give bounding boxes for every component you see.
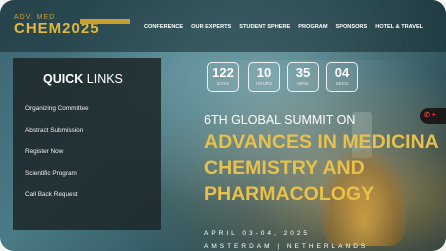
quick-link-register-now[interactable]: Register Now bbox=[25, 148, 63, 155]
countdown-seconds-value: 04 bbox=[334, 65, 350, 80]
quick-links-title: QUICK LINKS bbox=[43, 72, 123, 86]
whatsapp-button[interactable]: ✆ + bbox=[420, 108, 446, 124]
nav-hotel-travel[interactable]: HOTEL & TRAVEL bbox=[375, 24, 423, 30]
quick-links-title-rest: LINKS bbox=[86, 72, 123, 86]
quick-link-organizing-committee[interactable]: Organizing Committee bbox=[25, 105, 89, 112]
nav-program[interactable]: PROGRAM bbox=[298, 24, 327, 30]
logo-badge bbox=[80, 19, 130, 24]
nav-conference[interactable]: CONFERENCE bbox=[144, 24, 183, 30]
hero-title-line-3: PHARMACOLOGY bbox=[204, 183, 375, 205]
hero-title-line-1: ADVANCES IN MEDICINA bbox=[204, 131, 439, 153]
countdown-hours-value: 10 bbox=[256, 65, 272, 80]
nav-sponsors[interactable]: SPONSORS bbox=[335, 24, 367, 30]
nav-our-experts[interactable]: OUR EXPERTS bbox=[191, 24, 231, 30]
quick-links-panel: QUICK LINKS Organizing Committee Abstrac… bbox=[13, 58, 161, 230]
countdown-hours-label: HOURS bbox=[255, 81, 273, 86]
quick-link-call-back-request[interactable]: Call Back Request bbox=[25, 191, 78, 198]
main-nav: CONFERENCE OUR EXPERTS STUDENT SPHERE PR… bbox=[144, 24, 423, 30]
logo[interactable]: ADV. MED CHEM2025 bbox=[14, 14, 130, 36]
whatsapp-icon: ✆ + bbox=[424, 112, 436, 119]
countdown-mins: 35 MINS bbox=[287, 62, 319, 92]
quick-links-title-bold: QUICK bbox=[43, 72, 84, 86]
countdown-mins-value: 35 bbox=[295, 65, 311, 80]
nav-student-sphere[interactable]: STUDENT SPHERE bbox=[239, 24, 290, 30]
page: ADV. MED CHEM2025 CONFERENCE OUR EXPERTS… bbox=[0, 0, 446, 251]
countdown-days-value: 122 bbox=[212, 65, 234, 80]
event-date: APRIL 03-04, 2025 bbox=[204, 230, 311, 237]
hero-title-line-2: CHEMISTRY AND bbox=[204, 157, 365, 179]
event-venue: AMSTERDAM | NETHERLANDS bbox=[204, 243, 369, 250]
countdown-days-label: DAYS bbox=[217, 81, 229, 86]
countdown-days: 122 DAYS bbox=[207, 62, 239, 92]
quick-link-abstract-submission[interactable]: Abstract Submission bbox=[25, 127, 83, 134]
countdown-mins-label: MINS bbox=[297, 81, 309, 86]
countdown-seconds-label: SECO bbox=[335, 81, 349, 86]
quick-link-scientific-program[interactable]: Scientific Program bbox=[25, 170, 77, 177]
site-header: ADV. MED CHEM2025 CONFERENCE OUR EXPERTS… bbox=[0, 0, 446, 52]
countdown-hours: 10 HOURS bbox=[248, 62, 280, 92]
countdown-seconds: 04 SECO bbox=[326, 62, 358, 92]
summit-subtitle: 6TH GLOBAL SUMMIT ON bbox=[204, 113, 356, 127]
